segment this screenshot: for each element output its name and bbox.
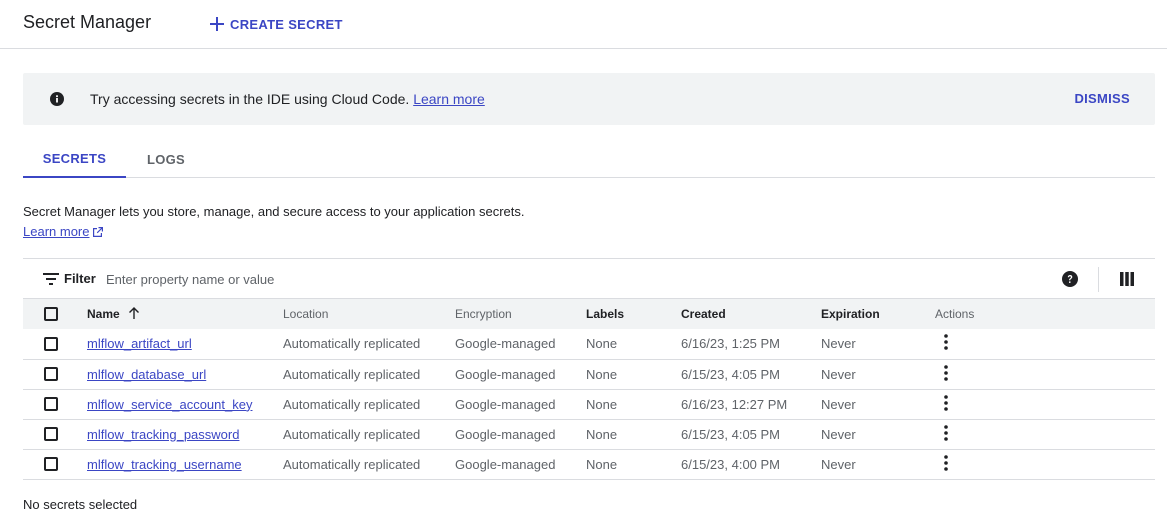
expiration-cell: Never [821, 366, 856, 382]
tab-bar: SECRETS LOGS [23, 141, 1155, 178]
expiration-cell: Never [821, 336, 856, 352]
secret-name-link[interactable]: mlflow_tracking_password [87, 427, 239, 442]
select-all-cell [23, 299, 87, 329]
description-learn-more-label: Learn more [23, 224, 90, 239]
location-cell: Automatically replicated [283, 456, 421, 472]
created-cell: 6/15/23, 4:00 PM [681, 456, 781, 472]
tab-logs[interactable]: LOGS [126, 141, 206, 177]
row-checkbox[interactable] [44, 427, 58, 441]
location-cell: Automatically replicated [283, 366, 421, 382]
column-header-location: Location [283, 307, 329, 321]
row-checkbox[interactable] [44, 336, 58, 351]
actions-cell [935, 359, 1155, 389]
selection-status: No secrets selected [23, 497, 138, 512]
expiration-cell: Never [821, 456, 856, 472]
encryption-cell: Google-managed [455, 336, 556, 352]
labels-cell: None [586, 366, 618, 382]
more-actions-icon[interactable] [944, 334, 948, 351]
expiration-cell: Never [821, 396, 856, 412]
column-header-created[interactable]: Created [681, 299, 821, 329]
banner-learn-more-link[interactable]: Learn more [413, 91, 485, 107]
info-icon [50, 92, 64, 106]
more-actions-icon[interactable] [944, 454, 948, 471]
top-header: Secret Manager CREATE SECRET [0, 0, 1167, 49]
secrets-table: Name Location Encryption Labels Created … [23, 299, 1155, 480]
location-cell: Automatically replicated [283, 396, 421, 412]
row-checkbox[interactable] [44, 397, 58, 411]
column-header-labels[interactable]: Labels [586, 299, 681, 329]
created-cell: 6/16/23, 1:25 PM [681, 336, 781, 352]
column-header-actions: Actions [935, 307, 975, 321]
encryption-cell: Google-managed [455, 456, 556, 472]
select-all-checkbox[interactable] [44, 307, 58, 321]
secret-name-cell: mlflow_tracking_password [87, 419, 283, 449]
secret-name-link[interactable]: mlflow_tracking_username [87, 457, 242, 472]
column-header-name[interactable]: Name [87, 299, 283, 329]
tab-secrets[interactable]: SECRETS [23, 141, 126, 178]
location-cell: Automatically replicated [283, 336, 421, 352]
actions-cell [935, 329, 1155, 359]
plus-icon [210, 17, 224, 31]
secret-name-cell: mlflow_tracking_username [87, 449, 283, 479]
column-header-encryption: Encryption [455, 307, 512, 321]
row-checkbox[interactable] [44, 457, 58, 471]
actions-cell [935, 419, 1155, 449]
page-title: Secret Manager [23, 12, 152, 32]
description-learn-more-link[interactable]: Learn more [23, 224, 104, 239]
table-row: mlflow_database_url Automatically replica… [23, 359, 1155, 389]
encryption-cell: Google-managed [455, 366, 556, 382]
row-select-cell [23, 389, 87, 419]
secret-name-cell: mlflow_database_url [87, 359, 283, 389]
banner-message: Try accessing secrets in the IDE using C… [90, 91, 485, 107]
table-body: mlflow_artifact_url Automatically replica… [23, 329, 1155, 479]
created-cell: 6/16/23, 12:27 PM [681, 396, 788, 412]
secret-name-cell: mlflow_service_account_key [87, 389, 283, 419]
labels-cell: None [586, 396, 618, 412]
created-cell: 6/15/23, 4:05 PM [681, 426, 781, 442]
table-row: mlflow_tracking_password Automatically re… [23, 419, 1155, 449]
labels-cell: None [586, 456, 618, 472]
table-row: mlflow_artifact_url Automatically replica… [23, 329, 1155, 359]
actions-cell [935, 449, 1155, 479]
secret-name-link[interactable]: mlflow_database_url [87, 367, 206, 382]
create-secret-label: CREATE SECRET [230, 16, 343, 32]
cloud-code-banner: Try accessing secrets in the IDE using C… [23, 73, 1155, 125]
filter-icon [43, 273, 59, 285]
filter-label: Filter [64, 271, 96, 286]
actions-cell [935, 389, 1155, 419]
filter-input[interactable] [106, 268, 406, 290]
row-select-cell [23, 359, 87, 389]
filter-bar: Filter [23, 258, 1155, 299]
row-select-cell [23, 449, 87, 479]
table-row: mlflow_service_account_key Automatically … [23, 389, 1155, 419]
secret-name-link[interactable]: mlflow_service_account_key [87, 397, 252, 412]
external-link-icon [93, 226, 104, 237]
description-text: Secret Manager lets you store, manage, a… [23, 204, 525, 219]
more-actions-icon[interactable] [944, 364, 948, 381]
column-header-expiration[interactable]: Expiration [821, 299, 935, 329]
expiration-cell: Never [821, 426, 856, 442]
banner-text: Try accessing secrets in the IDE using C… [90, 91, 410, 107]
row-select-cell [23, 329, 87, 359]
secret-name-cell: mlflow_artifact_url [87, 329, 283, 359]
row-select-cell [23, 419, 87, 449]
labels-cell: None [586, 336, 618, 352]
sort-ascending-icon[interactable] [128, 307, 140, 319]
dismiss-button[interactable]: DISMISS [1074, 91, 1130, 106]
column-display-icon[interactable] [1120, 272, 1134, 286]
secret-name-link[interactable]: mlflow_artifact_url [87, 336, 192, 351]
table-row: mlflow_tracking_username Automatically re… [23, 449, 1155, 479]
help-icon[interactable] [1062, 271, 1078, 287]
create-secret-button[interactable]: CREATE SECRET [210, 14, 343, 34]
location-cell: Automatically replicated [283, 426, 421, 442]
row-checkbox[interactable] [44, 367, 58, 381]
table-header-row: Name Location Encryption Labels Created … [23, 299, 1155, 329]
encryption-cell: Google-managed [455, 426, 556, 442]
encryption-cell: Google-managed [455, 396, 556, 412]
labels-cell: None [586, 426, 618, 442]
toolbar-divider [1098, 267, 1099, 292]
created-cell: 6/15/23, 4:05 PM [681, 366, 781, 382]
more-actions-icon[interactable] [944, 424, 948, 441]
more-actions-icon[interactable] [944, 394, 948, 411]
